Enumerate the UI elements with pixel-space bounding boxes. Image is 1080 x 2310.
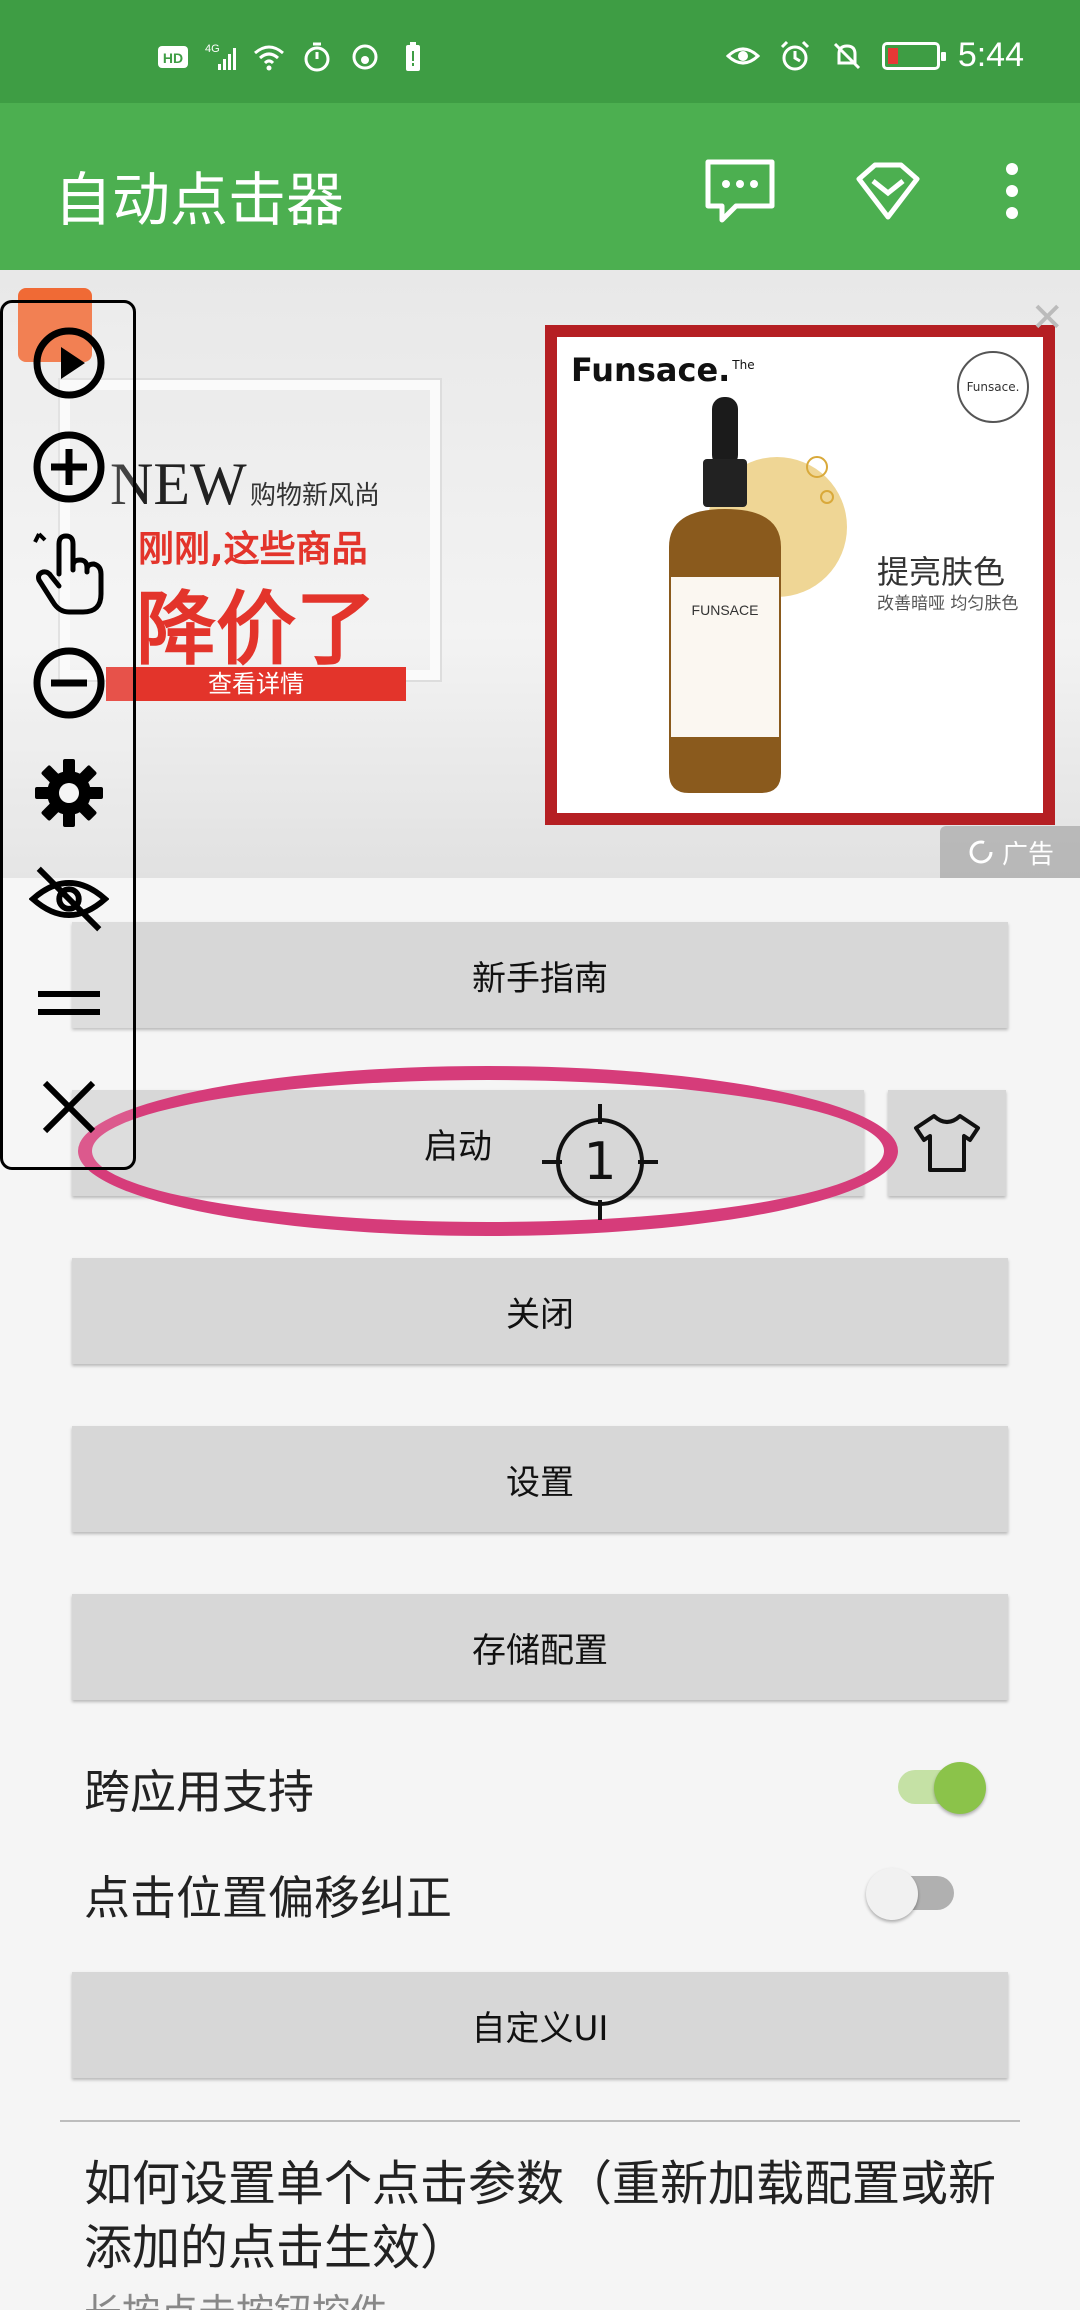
bottle-label: FUNSACE bbox=[692, 602, 759, 618]
skin-button[interactable] bbox=[888, 1090, 1006, 1196]
eye-off-icon[interactable] bbox=[29, 859, 109, 939]
app-title: 自动点击器 bbox=[54, 166, 345, 234]
click-target[interactable]: 1 bbox=[540, 1102, 660, 1222]
battery-icon bbox=[881, 41, 946, 70]
close-icon[interactable] bbox=[29, 1067, 109, 1147]
status-bar: HD 4G 5:44 bbox=[0, 0, 1080, 103]
switch-thumb bbox=[934, 1762, 986, 1814]
status-right-icons: 5:44 bbox=[725, 36, 1024, 75]
ad-brand-small: The bbox=[732, 358, 755, 373]
sync-icon bbox=[352, 44, 378, 70]
switch-thumb bbox=[866, 1868, 918, 1920]
diamond-icon[interactable] bbox=[848, 151, 928, 231]
ad-tag: 广告 bbox=[940, 826, 1080, 878]
status-left-icons: HD 4G bbox=[156, 40, 430, 74]
play-icon[interactable] bbox=[29, 323, 109, 403]
ad-line2: 降价了 bbox=[136, 583, 376, 676]
more-vert-icon[interactable] bbox=[972, 151, 1052, 231]
toggle-label-offset-correction: 点击位置偏移纠正 bbox=[84, 1871, 452, 1925]
ad-refresh-icon bbox=[969, 840, 993, 864]
ad-brand: Funsace. The bbox=[571, 351, 755, 389]
ad-brand-name: Funsace. bbox=[571, 351, 731, 389]
guide-button[interactable]: 新手指南 bbox=[72, 922, 1008, 1028]
save-config-button[interactable]: 存储配置 bbox=[72, 1594, 1008, 1700]
toggle-row-cross-app[interactable]: 跨应用支持 bbox=[84, 1746, 1014, 1826]
divider bbox=[60, 2120, 1020, 2122]
cross-app-switch[interactable] bbox=[890, 1762, 986, 1814]
highlight-ellipse bbox=[78, 1066, 898, 1236]
svg-text:HD: HD bbox=[163, 50, 183, 66]
ad-details-button[interactable]: 查看详情 bbox=[106, 667, 406, 701]
toggle-row-offset-correction[interactable]: 点击位置偏移纠正 bbox=[84, 1852, 1014, 1932]
ad-seal: Funsace. bbox=[957, 351, 1029, 423]
serum-bottle-image: FUNSACE bbox=[669, 397, 847, 793]
ad-product-card: Funsace. The Funsace. FUNSACE 提亮肤色 改善暗哑 均… bbox=[545, 325, 1055, 825]
ad-headline-sub: 购物新风尚 bbox=[250, 481, 381, 511]
4g-signal-icon: 4G bbox=[205, 43, 236, 70]
ad-promo-sub: 改善暗哑 均匀肤色 bbox=[877, 594, 1019, 614]
clock-time: 5:44 bbox=[957, 36, 1024, 74]
ad-tag-label: 广告 bbox=[1001, 839, 1054, 870]
ad-banner[interactable]: NEW 购物新风尚 刚刚,这些商品 降价了 查看详情 Funsace. The F… bbox=[0, 270, 1080, 878]
timer-icon bbox=[304, 42, 330, 72]
custom-ui-button[interactable]: 自定义UI bbox=[72, 1972, 1008, 2078]
ad-close-icon[interactable]: ✕ bbox=[1030, 298, 1064, 338]
battery-alert-icon bbox=[406, 42, 420, 71]
drag-handle-icon[interactable] bbox=[29, 963, 109, 1043]
remove-circle-icon[interactable] bbox=[29, 643, 109, 723]
gear-icon[interactable] bbox=[29, 753, 109, 833]
svg-text:4G: 4G bbox=[205, 43, 220, 55]
stop-button[interactable]: 关闭 bbox=[72, 1258, 1008, 1364]
eye-icon bbox=[725, 47, 760, 64]
settings-button[interactable]: 设置 bbox=[72, 1426, 1008, 1532]
help-subtitle: 长按点击按钮控件 bbox=[84, 2282, 388, 2310]
offset-correction-switch[interactable] bbox=[866, 1868, 962, 1920]
wifi-icon bbox=[254, 45, 284, 71]
app-bar: 自动点击器 bbox=[0, 103, 1080, 270]
alarm-icon bbox=[780, 40, 809, 70]
toggle-label-cross-app: 跨应用支持 bbox=[84, 1765, 314, 1819]
mute-bell-icon bbox=[833, 42, 860, 69]
hd-icon: HD bbox=[158, 46, 188, 68]
floating-toolbar[interactable] bbox=[0, 300, 136, 1170]
click-target-number: 1 bbox=[583, 1132, 617, 1192]
help-title: 如何设置单个点击参数（重新加载配置或新添加的点击生效） bbox=[84, 2156, 997, 2276]
tshirt-icon bbox=[914, 1114, 980, 1172]
tap-gesture-icon[interactable] bbox=[29, 532, 109, 615]
add-circle-icon[interactable] bbox=[29, 427, 109, 507]
chat-icon[interactable] bbox=[700, 151, 780, 231]
ad-promo-title: 提亮肤色 bbox=[877, 553, 1006, 591]
